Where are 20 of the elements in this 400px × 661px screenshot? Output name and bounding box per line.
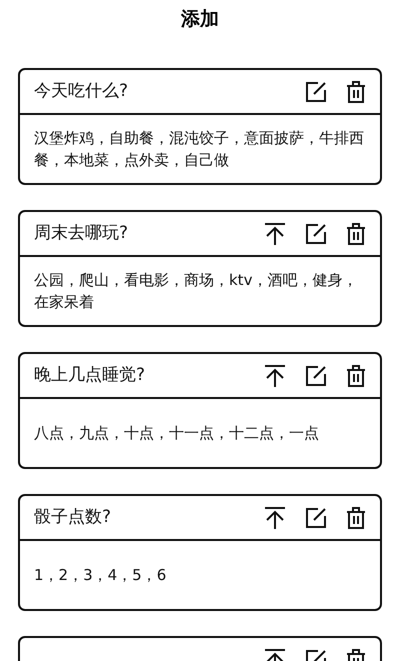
card-title: 晚上几点睡觉? (34, 364, 146, 387)
move-to-top-icon[interactable] (264, 506, 286, 530)
card-title: 周末去哪玩? (34, 222, 130, 245)
move-to-top-icon[interactable] (264, 222, 286, 246)
edit-icon[interactable] (306, 366, 326, 386)
card-title: 今天吃什么? (34, 80, 130, 103)
card-title: 骰子点数? (34, 506, 112, 529)
page-title: 添加 (181, 7, 219, 32)
edit-icon[interactable] (306, 82, 326, 102)
option-list: 汉堡炸鸡，自助餐，混沌饺子，意面披萨，牛排西餐，本地菜，点外卖，自己做 (34, 127, 366, 171)
move-to-top-icon[interactable] (264, 364, 286, 388)
delete-icon[interactable] (346, 222, 366, 244)
edit-icon[interactable] (306, 224, 326, 244)
edit-icon[interactable] (306, 508, 326, 528)
option-list: 1，2，3，4，5，6 (34, 564, 166, 586)
delete-icon[interactable] (346, 506, 366, 528)
option-list: 公园，爬山，看电影，商场，ktv，酒吧，健身，在家呆着 (34, 269, 366, 313)
delete-icon[interactable] (346, 80, 366, 102)
delete-icon[interactable] (346, 364, 366, 386)
option-list: 八点，九点，十点，十一点，十二点，一点 (34, 422, 319, 444)
